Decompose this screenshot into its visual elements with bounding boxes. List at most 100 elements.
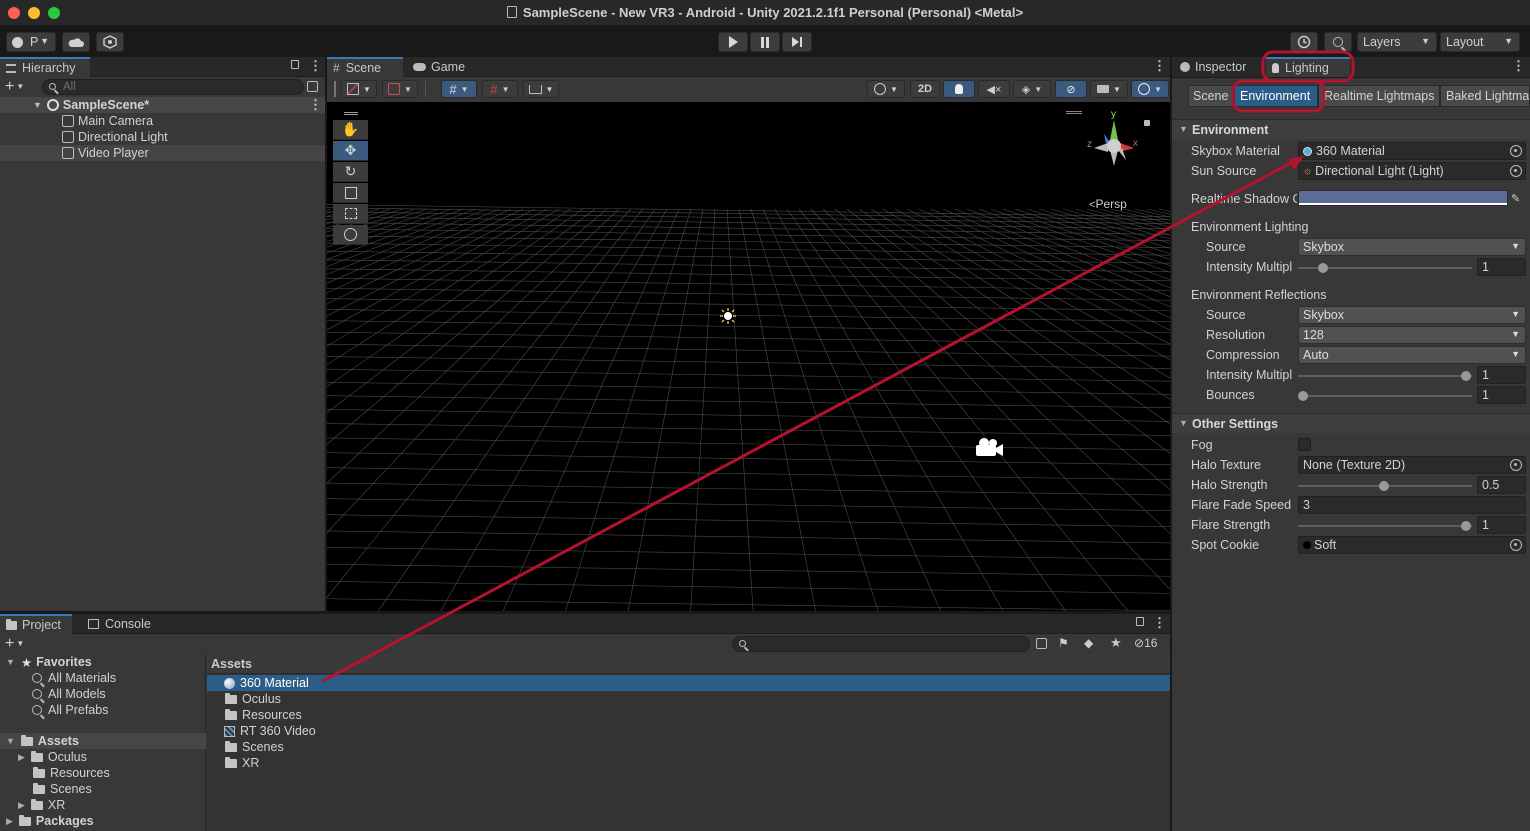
asset-folder-item[interactable]: ▶ XR bbox=[0, 797, 206, 813]
tab-inspector[interactable]: Inspector bbox=[1174, 57, 1262, 77]
lock-icon[interactable] bbox=[291, 60, 299, 69]
file-row-selected[interactable]: 360 Material bbox=[207, 675, 1170, 691]
pause-button[interactable] bbox=[750, 32, 780, 52]
scene-viewport[interactable]: y x z <Persp bbox=[327, 102, 1170, 611]
favorites-row[interactable]: ▼ ★ Favorites bbox=[0, 654, 206, 670]
asset-folder-item[interactable]: ▶ Oculus bbox=[0, 749, 206, 765]
tab-hierarchy[interactable]: Hierarchy bbox=[0, 57, 90, 77]
move-tool-button[interactable]: ✥ bbox=[333, 141, 368, 161]
hand-tool-button[interactable]: ✋ bbox=[333, 120, 368, 140]
increment-snap-dropdown[interactable]: ▼ bbox=[523, 80, 559, 98]
assets-root-row[interactable]: ▼ Assets bbox=[0, 733, 206, 749]
refl-intensity-slider[interactable] bbox=[1298, 375, 1472, 377]
collab-button[interactable] bbox=[96, 32, 124, 52]
favorite-item[interactable]: All Models bbox=[0, 686, 206, 702]
project-search-input[interactable] bbox=[732, 636, 1030, 652]
rotate-tool-button[interactable]: ↻ bbox=[333, 162, 368, 182]
object-picker-icon[interactable] bbox=[1510, 165, 1522, 177]
file-row[interactable]: Resources bbox=[207, 707, 1170, 723]
layers-dropdown[interactable]: Layers ▼ bbox=[1357, 32, 1437, 52]
breadcrumb-assets[interactable]: Assets bbox=[211, 657, 252, 671]
env-lighting-intensity-field[interactable]: 1 bbox=[1477, 258, 1526, 276]
refl-bounces-field[interactable]: 1 bbox=[1477, 386, 1526, 404]
favorite-star-icon[interactable]: ★ bbox=[1110, 635, 1122, 651]
camera-gizmo-icon[interactable] bbox=[973, 436, 1005, 460]
more-menu-icon[interactable]: ⋮ bbox=[309, 97, 322, 113]
hierarchy-search-input[interactable]: All bbox=[42, 79, 304, 95]
orientation-gizmo[interactable]: y x z bbox=[1082, 109, 1152, 190]
object-picker-icon[interactable] bbox=[1510, 145, 1522, 157]
more-menu-icon[interactable]: ⋮ bbox=[1153, 615, 1166, 631]
halo-texture-field[interactable]: None (Texture 2D) bbox=[1298, 456, 1526, 474]
tab-lighting[interactable]: Lighting bbox=[1266, 57, 1350, 77]
snap-settings-dropdown[interactable]: # ▼ bbox=[482, 80, 518, 98]
more-menu-icon[interactable]: ⋮ bbox=[309, 58, 322, 74]
file-row[interactable]: Scenes bbox=[207, 739, 1170, 755]
more-menu-icon[interactable]: ⋮ bbox=[1153, 58, 1166, 74]
subtab-scene[interactable]: Scene bbox=[1188, 85, 1234, 107]
lock-icon[interactable] bbox=[1136, 617, 1144, 626]
realtime-shadow-color-swatch[interactable] bbox=[1298, 190, 1508, 206]
subtab-environment[interactable]: Environment bbox=[1234, 85, 1318, 107]
flare-fade-speed-field[interactable]: 3 bbox=[1298, 496, 1526, 514]
tab-game[interactable]: Game bbox=[407, 57, 477, 77]
hierarchy-item[interactable]: Video Player bbox=[0, 145, 325, 161]
gizmos-dropdown[interactable]: ▼ bbox=[1131, 80, 1169, 98]
tab-project[interactable]: Project bbox=[0, 614, 72, 634]
shading-mode-dropdown[interactable]: ▼ bbox=[867, 80, 905, 98]
search-by-type-icon[interactable] bbox=[1036, 638, 1047, 649]
refl-resolution-dropdown[interactable]: 128 ▼ bbox=[1298, 326, 1526, 344]
step-button[interactable] bbox=[782, 32, 812, 52]
asset-folder-item[interactable]: Scenes bbox=[0, 781, 206, 797]
create-button[interactable]: + ▼ bbox=[5, 78, 35, 96]
packages-row[interactable]: ▶ Packages bbox=[0, 813, 206, 829]
refl-source-dropdown[interactable]: Skybox ▼ bbox=[1298, 306, 1526, 324]
cloud-button[interactable] bbox=[62, 32, 90, 52]
spot-cookie-field[interactable]: Soft bbox=[1298, 536, 1526, 554]
refl-bounces-knob[interactable] bbox=[1298, 391, 1308, 401]
file-row[interactable]: XR bbox=[207, 755, 1170, 771]
environment-section-header[interactable]: ▼ Environment bbox=[1172, 119, 1530, 139]
subtab-baked-lightmaps[interactable]: Baked Lightma bbox=[1440, 85, 1530, 107]
gizmo-lock-icon[interactable] bbox=[1144, 120, 1150, 126]
file-row[interactable]: Oculus bbox=[207, 691, 1170, 707]
draw-mode-dropdown[interactable]: ▼ bbox=[341, 80, 377, 98]
refl-bounces-slider[interactable] bbox=[1298, 395, 1472, 397]
tools-overlay-grip[interactable] bbox=[333, 108, 368, 118]
env-lighting-source-dropdown[interactable]: Skybox ▼ bbox=[1298, 238, 1526, 256]
other-settings-section-header[interactable]: ▼ Other Settings bbox=[1172, 413, 1530, 433]
search-button[interactable] bbox=[1324, 32, 1352, 52]
flare-strength-knob[interactable] bbox=[1461, 521, 1471, 531]
tab-scene[interactable]: # Scene bbox=[327, 57, 403, 77]
undo-history-button[interactable] bbox=[1290, 32, 1318, 52]
scale-tool-button[interactable] bbox=[333, 183, 368, 203]
halo-strength-knob[interactable] bbox=[1379, 481, 1389, 491]
directional-light-gizmo-icon[interactable] bbox=[720, 308, 736, 324]
audio-toggle[interactable]: ◀× bbox=[978, 80, 1010, 98]
layout-dropdown[interactable]: Layout ▼ bbox=[1440, 32, 1520, 52]
env-lighting-intensity-knob[interactable] bbox=[1318, 263, 1328, 273]
play-button[interactable] bbox=[718, 32, 748, 52]
flare-strength-slider[interactable] bbox=[1298, 525, 1472, 527]
scene-visibility-toggle[interactable]: ⊘ bbox=[1055, 80, 1087, 98]
asset-folder-item[interactable]: Resources bbox=[0, 765, 206, 781]
flare-strength-field[interactable]: 1 bbox=[1477, 516, 1526, 534]
more-menu-icon[interactable]: ⋮ bbox=[1512, 58, 1525, 74]
scene-row[interactable]: ▼ SampleScene* ⋮ bbox=[0, 97, 325, 113]
sun-source-field[interactable]: ☼ Directional Light (Light) bbox=[1298, 162, 1526, 180]
create-asset-button[interactable]: + ▼ bbox=[5, 635, 35, 653]
object-picker-icon[interactable] bbox=[1510, 459, 1522, 471]
subtab-realtime-lightmaps[interactable]: Realtime Lightmaps bbox=[1318, 85, 1440, 107]
filter-by-label-icon[interactable]: ◆ bbox=[1084, 636, 1093, 650]
lighting-toggle[interactable] bbox=[943, 80, 975, 98]
grid-snapping-toggle[interactable]: # ▼ bbox=[441, 80, 477, 98]
hierarchy-item[interactable]: Main Camera bbox=[0, 113, 325, 129]
filter-by-type-icon[interactable]: ⚑ bbox=[1058, 636, 1069, 650]
fog-checkbox[interactable] bbox=[1298, 438, 1311, 451]
hierarchy-item[interactable]: Directional Light bbox=[0, 129, 325, 145]
skybox-material-field[interactable]: 360 Material bbox=[1298, 142, 1526, 160]
account-dropdown[interactable]: P ▼ bbox=[6, 32, 56, 52]
overlay-grip[interactable] bbox=[1066, 111, 1082, 114]
object-picker-icon[interactable] bbox=[1510, 539, 1522, 551]
projection-toggle[interactable]: <Persp bbox=[1089, 197, 1127, 211]
